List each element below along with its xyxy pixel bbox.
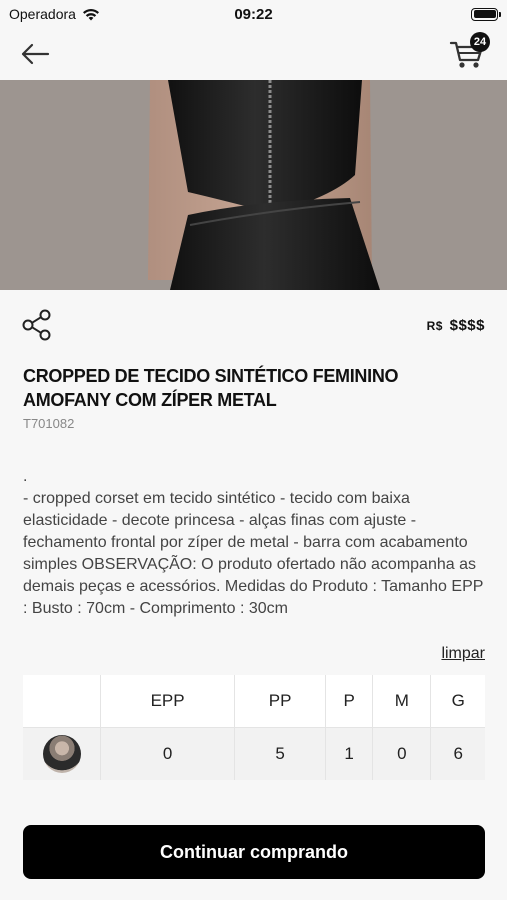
qty-g[interactable]: 6: [430, 728, 485, 780]
size-header-m: M: [372, 675, 431, 728]
size-header-row: EPP PP P M G: [23, 675, 485, 728]
size-header-pp: PP: [234, 675, 325, 728]
size-quantity-grid: EPP PP P M G 0 5 1 0 6: [23, 675, 485, 780]
qty-p[interactable]: 1: [325, 728, 373, 780]
product-actions-row: R$ $$$$: [22, 305, 485, 345]
qty-m[interactable]: 0: [372, 728, 431, 780]
size-header-empty: [23, 675, 100, 728]
variant-thumbnail-cell: [23, 728, 100, 780]
share-icon: [22, 309, 51, 341]
price-currency: R$: [426, 318, 443, 333]
back-button[interactable]: [20, 43, 50, 65]
variant-thumbnail[interactable]: [42, 735, 81, 773]
cart-button[interactable]: 24: [447, 32, 490, 74]
carrier-name: Operadora: [9, 6, 76, 22]
cart-count-badge: 24: [470, 32, 490, 52]
product-price: R$ $$$$: [427, 317, 485, 334]
size-quantity-row: 0 5 1 0 6: [23, 728, 485, 780]
product-sku: T701082: [23, 416, 75, 431]
wifi-icon: [82, 8, 99, 20]
size-header-g: G: [430, 675, 485, 728]
product-photo: [0, 80, 507, 290]
product-image-carousel[interactable]: [0, 80, 507, 290]
arrow-left-icon: [21, 43, 50, 65]
battery-icon: [471, 7, 501, 21]
status-bar: Operadora 09:22: [0, 0, 507, 28]
status-left: Operadora: [9, 6, 100, 22]
product-description: . - cropped corset em tecido sintético -…: [23, 468, 484, 617]
share-button[interactable]: [22, 309, 52, 341]
nav-bar: 24: [0, 28, 507, 80]
product-title: CROPPED DE TECIDO SINTÉTICO FEMININO AMO…: [23, 366, 399, 410]
price-value: $$$$: [449, 316, 485, 334]
size-header-p: P: [325, 675, 373, 728]
continue-shopping-button[interactable]: Continuar comprando: [23, 825, 485, 879]
clear-sizes-link[interactable]: limpar: [441, 645, 485, 663]
size-header-epp: EPP: [100, 675, 235, 728]
qty-pp[interactable]: 5: [234, 728, 325, 780]
qty-epp[interactable]: 0: [100, 728, 235, 780]
